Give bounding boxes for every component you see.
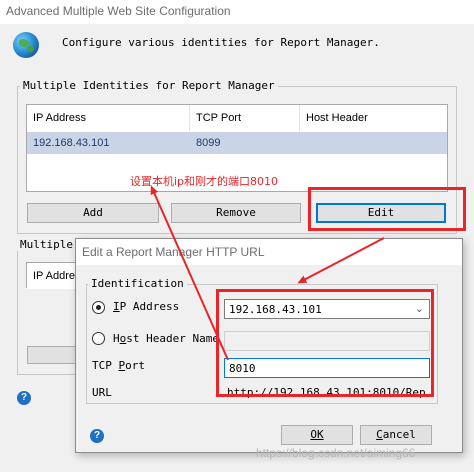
arrow-to-ip-field bbox=[150, 185, 229, 361]
watermark: https://blog.csdn.net/aiming66 bbox=[256, 446, 416, 460]
annotation-arrows bbox=[150, 185, 385, 361]
arrow-to-edit-button bbox=[297, 237, 385, 284]
